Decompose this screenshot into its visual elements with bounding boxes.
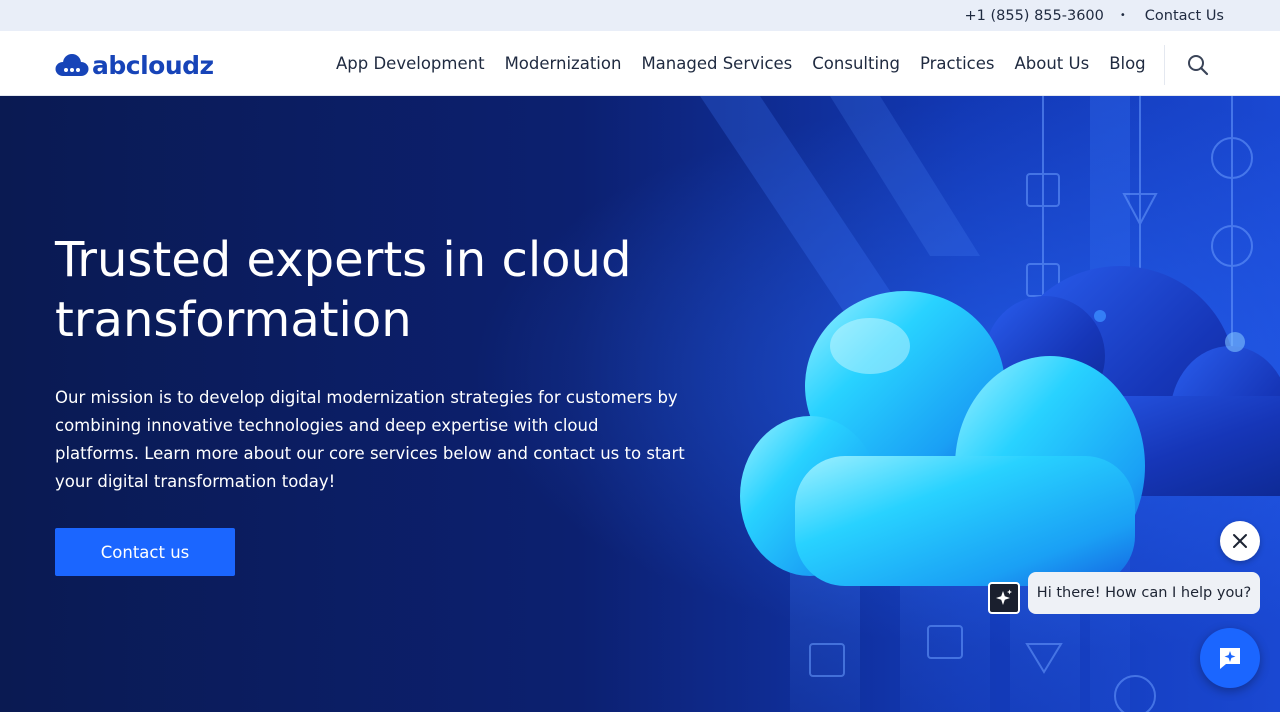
main-nav: App Development Modernization Managed Se… [326, 31, 1156, 95]
chat-greeting-text: Hi there! How can I help you? [1036, 585, 1252, 601]
hero-description: Our mission is to develop digital modern… [55, 388, 685, 491]
chat-close-button[interactable] [1220, 521, 1260, 561]
chat-sparkle-icon [1220, 648, 1240, 669]
sparkle-icon [996, 589, 1012, 605]
nav-item-modernization[interactable]: Modernization [495, 54, 632, 73]
cloud-logo-icon [55, 54, 89, 76]
hero-title: Trusted experts in cloud transformation [55, 232, 632, 348]
search-icon[interactable] [1186, 53, 1210, 77]
logo-text: abcloudz [92, 50, 214, 80]
chat-greeting-bubble[interactable]: Hi there! How can I help you? [1028, 572, 1260, 614]
nav-item-about-us[interactable]: About Us [1004, 54, 1099, 73]
contact-us-link[interactable]: Contact Us [1145, 8, 1224, 24]
nav-item-app-development[interactable]: App Development [326, 54, 495, 73]
hero-section: Trusted experts in cloud transformation … [0, 96, 1280, 712]
utility-bar: +1 (855) 855-3600 • Contact Us [0, 0, 1280, 31]
contact-us-button[interactable]: Contact us [55, 528, 235, 576]
utility-separator: • [1119, 10, 1126, 21]
chat-assistant-avatar [988, 582, 1020, 614]
nav-item-blog[interactable]: Blog [1099, 54, 1155, 73]
nav-divider [1164, 45, 1165, 85]
nav-item-managed-services[interactable]: Managed Services [631, 54, 802, 73]
nav-item-consulting[interactable]: Consulting [802, 54, 910, 73]
page-bottom-strip [0, 712, 1280, 720]
chat-launcher-button[interactable] [1200, 628, 1260, 688]
phone-link[interactable]: +1 (855) 855-3600 [964, 8, 1103, 24]
nav-item-practices[interactable]: Practices [910, 54, 1005, 73]
logo[interactable]: abcloudz [55, 50, 214, 80]
main-header: abcloudz App Development Modernization M… [0, 31, 1280, 96]
close-icon [1233, 534, 1247, 548]
